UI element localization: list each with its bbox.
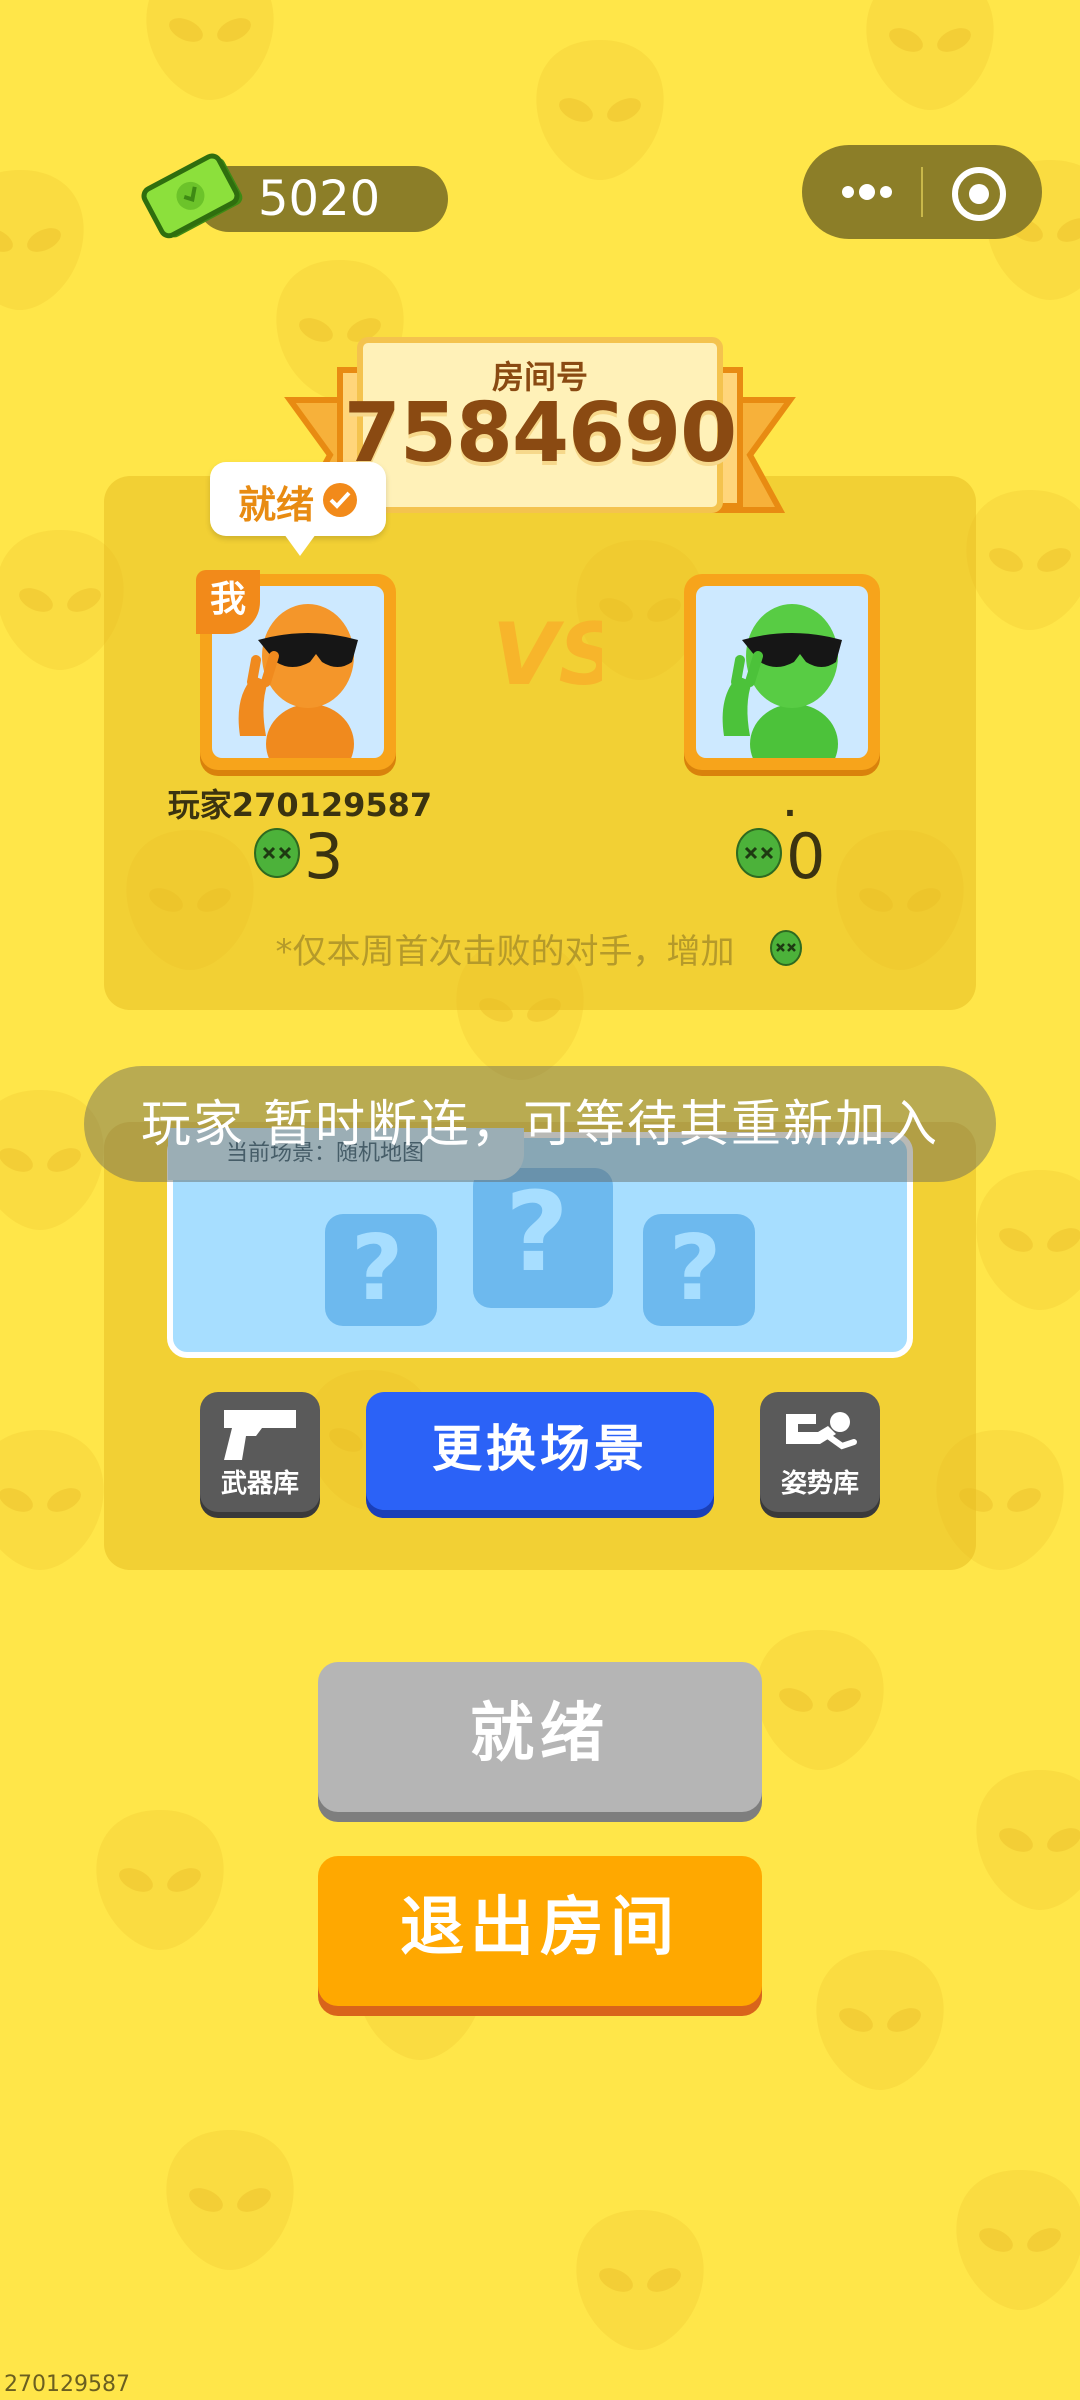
ready-button[interactable]: 就绪 bbox=[318, 1662, 762, 1812]
me-badge: 我 bbox=[196, 570, 260, 634]
pistol-icon bbox=[224, 1410, 296, 1460]
capsule-divider bbox=[921, 167, 923, 217]
exit-room-button[interactable]: 退出房间 bbox=[318, 1856, 762, 2006]
opponent-avatar-image bbox=[696, 586, 868, 758]
cash-amount: 5020 bbox=[258, 171, 381, 227]
player-avatar[interactable]: 我 bbox=[196, 570, 396, 770]
player-name: 玩家270129587 bbox=[167, 786, 433, 824]
target-circle-icon[interactable] bbox=[947, 162, 1011, 226]
footer-user-id: 270129587 bbox=[4, 2372, 130, 2397]
check-circle-icon bbox=[323, 483, 357, 517]
question-mark-left: ? bbox=[351, 1216, 404, 1321]
room-number: 7584690 bbox=[343, 386, 737, 481]
vs-text: VS bbox=[492, 605, 602, 704]
pose-library-label: 姿势库 bbox=[780, 1469, 859, 1499]
opponent-kill-count: 0 bbox=[786, 820, 826, 893]
pose-figure-icon bbox=[786, 1412, 857, 1450]
skull-icon bbox=[254, 828, 300, 878]
cash-bill-icon bbox=[141, 153, 243, 239]
kill-hint-text: *仅本周首次击败的对手，增加 bbox=[275, 932, 735, 972]
mini-program-capsule bbox=[802, 145, 1042, 239]
player-ready-bubble: 就绪 bbox=[210, 462, 386, 556]
weapon-library-button[interactable]: 武器库 bbox=[200, 1392, 320, 1512]
skull-icon bbox=[736, 828, 782, 878]
more-dots-icon[interactable] bbox=[832, 165, 902, 219]
opponent-avatar[interactable] bbox=[684, 574, 880, 770]
green-alien-icon bbox=[722, 604, 842, 758]
change-scene-button[interactable]: 更换场景 bbox=[366, 1392, 714, 1510]
ready-status-text: 就绪 bbox=[238, 483, 315, 527]
question-mark-right: ? bbox=[669, 1216, 722, 1321]
opponent-name: . bbox=[783, 786, 797, 824]
question-mark-center: ? bbox=[505, 1168, 569, 1296]
player-kill-count: 3 bbox=[304, 820, 344, 893]
weapon-library-label: 武器库 bbox=[220, 1469, 299, 1499]
skull-small-icon bbox=[770, 930, 802, 966]
pose-library-button[interactable]: 姿势库 bbox=[760, 1392, 880, 1512]
disconnect-toast: 玩家 暂时断连，可等待其重新加入 bbox=[84, 1066, 996, 1182]
vs-label: VS bbox=[492, 605, 602, 704]
